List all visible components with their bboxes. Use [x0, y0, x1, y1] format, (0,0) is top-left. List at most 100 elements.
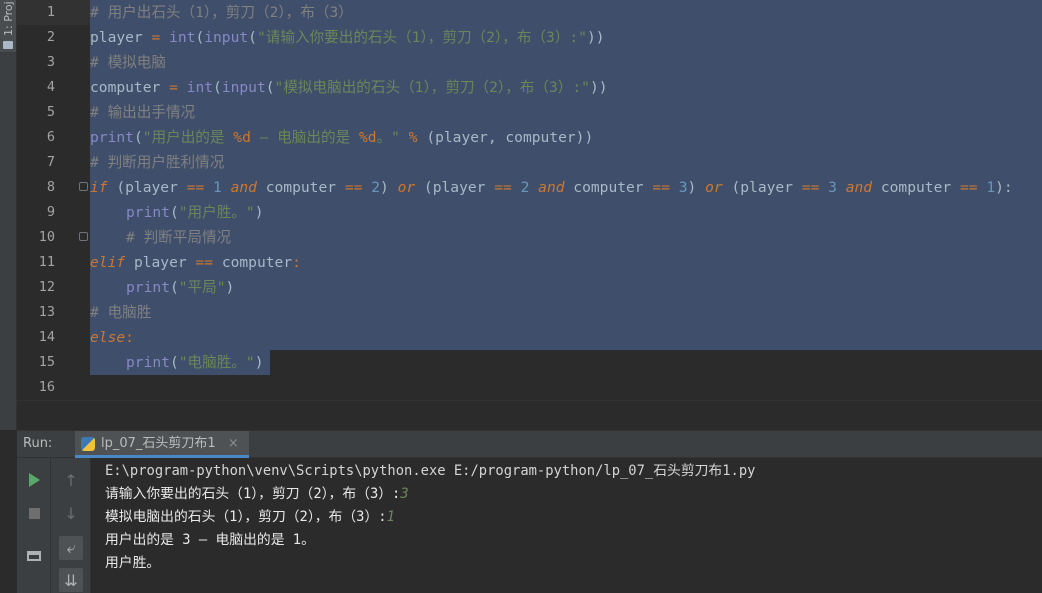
console-output-1: 用户出的是 3 — 电脑出的是 1。 [105, 532, 315, 548]
number: 2 [362, 179, 380, 196]
selection-highlight [90, 100, 1042, 125]
paren: ) [225, 279, 235, 296]
code-text: ): [995, 179, 1013, 196]
builtin: input [204, 29, 249, 46]
keyword: and [538, 179, 565, 196]
code-line-14: else: [90, 325, 134, 350]
python-file-icon [81, 437, 95, 451]
operator: == [959, 179, 978, 196]
operator: == [494, 179, 512, 196]
code-line-12: print("平局") [126, 275, 234, 300]
run-tab[interactable]: lp_07_石头剪刀布1 × [75, 431, 249, 458]
identifier: computer [90, 79, 161, 96]
run-label: Run: [23, 436, 53, 451]
play-icon [28, 473, 40, 487]
code-line-5: # 输出出手情况 [90, 100, 195, 125]
builtin: print [126, 204, 170, 221]
code-text: (player [107, 179, 187, 196]
keyword: elif [90, 254, 126, 271]
code-line-1: # 用户出石头（1），剪刀（2），布（3） [90, 0, 353, 25]
soft-wrap-button[interactable]: ⤶ [59, 536, 83, 560]
soft-wrap-icon: ⤶ [66, 538, 76, 557]
arrow-down-icon: ↓ [64, 503, 78, 523]
operator: == [344, 179, 363, 196]
format-spec: %d [358, 129, 377, 146]
line-number: 14 [38, 329, 55, 345]
colon: : [292, 254, 301, 271]
arguments: (player, computer)) [426, 129, 594, 146]
rerun-button[interactable] [22, 468, 46, 492]
string: — 电脑出的是 [250, 129, 359, 146]
code-line-11: elif player == computer: [90, 250, 301, 275]
paren: ( [213, 79, 222, 96]
selection-highlight [90, 225, 1042, 250]
folder-icon [3, 41, 13, 49]
run-toolbar-secondary: ↑ ↓ ⤶ ⇊ [51, 458, 91, 593]
line-number: 6 [46, 129, 55, 145]
scroll-to-end-button[interactable]: ⇊ [59, 568, 83, 592]
close-tab-icon[interactable]: × [228, 436, 239, 451]
console-output-2: 用户胜。 [105, 555, 161, 571]
operator: == [652, 179, 670, 196]
code-text: computer [256, 179, 345, 196]
code-line-15: print("电脑胜。") [126, 350, 263, 375]
line-number: 1 [46, 4, 55, 20]
code-editor[interactable]: # 用户出石头（1），剪刀（2），布（3） player = int(input… [84, 0, 1042, 400]
operator: = [160, 79, 187, 96]
line-number: 4 [46, 79, 55, 95]
user-input: 3 [400, 486, 409, 502]
console-prompt-2: 模拟电脑出的石头（1），剪刀（2），布（3）:1 [105, 506, 395, 529]
user-input: 1 [386, 509, 395, 525]
line-number: 12 [38, 279, 55, 295]
stop-button[interactable] [22, 501, 46, 525]
code-line-9: print("用户胜。") [126, 200, 263, 225]
code-text: ) [379, 179, 398, 196]
run-toolbar-primary [17, 458, 51, 593]
scroll-down-button[interactable]: ↓ [59, 501, 83, 525]
string: "请输入你要出的石头（1），剪刀（2），布（3）:" [256, 29, 587, 46]
restore-layout-button[interactable] [22, 544, 46, 568]
keyword: or [705, 179, 723, 196]
layout-icon [27, 551, 41, 561]
paren: ( [169, 204, 179, 221]
comment: # 判断平局情况 [126, 229, 232, 246]
code-line-4: computer = int(input("模拟电脑出的石头（1），剪刀（2），… [90, 75, 608, 100]
operator: % [399, 129, 427, 146]
line-number: 7 [46, 154, 55, 170]
console-prompt-1: 请输入你要出的石头（1），剪刀（2），布（3）:3 [105, 483, 409, 506]
paren: ( [169, 279, 179, 296]
string: 。" [376, 129, 400, 146]
scroll-up-button[interactable]: ↑ [59, 468, 83, 492]
code-text: (player [722, 179, 802, 196]
operator: = [142, 29, 170, 46]
line-number: 15 [38, 354, 55, 370]
string: "电脑胜。" [178, 354, 255, 371]
paren: ( [265, 79, 275, 96]
arrow-up-icon: ↑ [64, 470, 78, 490]
number: 1 [204, 179, 231, 196]
selection-highlight [90, 300, 1042, 325]
run-console[interactable]: E:\program-python\venv\Scripts\python.ex… [91, 458, 1042, 593]
scroll-to-end-icon: ⇊ [64, 570, 78, 590]
string: "用户胜。" [178, 204, 255, 221]
code-line-6: print("用户出的是 %d — 电脑出的是 %d。" % (player, … [90, 125, 593, 150]
code-text: computer [872, 179, 960, 196]
editor-bottom-area [17, 400, 1042, 430]
stop-icon [28, 507, 40, 519]
comment: # 模拟电脑 [90, 54, 166, 71]
comment: # 电脑胜 [90, 304, 152, 321]
line-number: 3 [46, 54, 55, 70]
line-number: 5 [46, 104, 55, 120]
paren: ) [254, 204, 264, 221]
operator: == [186, 179, 205, 196]
keyword: else [90, 329, 126, 346]
line-number: 2 [46, 29, 55, 45]
code-text: player [125, 254, 196, 271]
line-number-gutter: 1 2 3 4 5 6 7 8 9 10 11 12 13 14 15 16 [17, 0, 88, 400]
line-number: 9 [46, 204, 55, 220]
paren: ( [248, 29, 257, 46]
console-command-line: E:\program-python\venv\Scripts\python.ex… [105, 463, 756, 479]
code-line-13: # 电脑胜 [90, 300, 151, 325]
builtin: int [186, 79, 214, 96]
number: 1 [977, 179, 996, 196]
